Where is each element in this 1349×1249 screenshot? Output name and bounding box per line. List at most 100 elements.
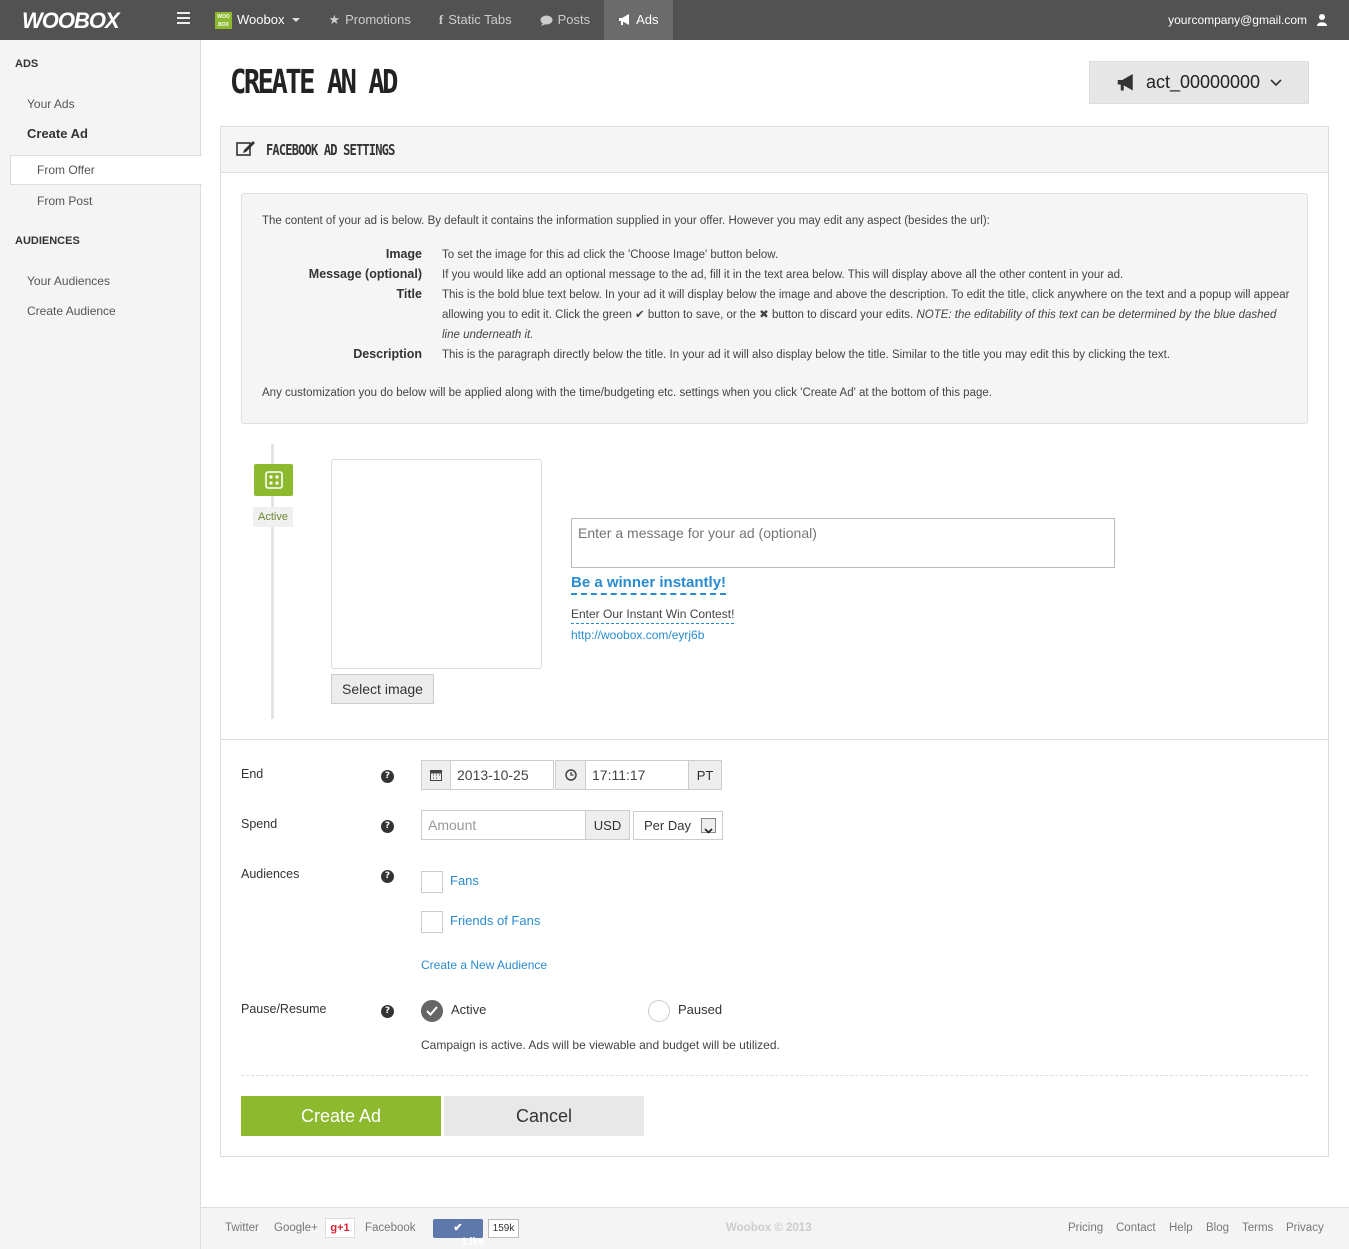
- like-count: 159k: [488, 1219, 519, 1238]
- info-label-description: Description: [353, 347, 422, 361]
- create-audience-link[interactable]: Create a New Audience: [421, 958, 547, 972]
- user-email: yourcompany@gmail.com: [1168, 13, 1307, 27]
- info-label-image: Image: [385, 247, 422, 261]
- panel-title: FACEBOOK AD SETTINGS: [266, 141, 395, 159]
- woobox-logo-icon: WOO BOX: [215, 11, 232, 29]
- friends-of-fans-checkbox-label[interactable]: Friends of Fans: [450, 913, 540, 928]
- nav-woobox-label: Woobox: [237, 12, 285, 27]
- info-desc-image: To set the image for this ad click the '…: [442, 249, 779, 261]
- facebook-like-button[interactable]: ✔ Like: [433, 1219, 485, 1248]
- pause-resume-label: Pause/Resume: [241, 1002, 327, 1016]
- account-selector[interactable]: act_00000000: [1089, 61, 1309, 104]
- sidebar-item-your-audiences[interactable]: Your Audiences: [27, 274, 110, 288]
- gplus-button[interactable]: g+1: [325, 1218, 355, 1238]
- footer-link-privacy[interactable]: Privacy: [1286, 1222, 1324, 1234]
- panel-header: FACEBOOK AD SETTINGS: [221, 127, 1328, 173]
- nav-posts[interactable]: Posts: [526, 0, 605, 40]
- ad-title[interactable]: Be a winner instantly!: [571, 574, 727, 595]
- active-radio-label[interactable]: Active: [451, 1002, 486, 1017]
- star-icon: ★: [328, 12, 341, 27]
- paused-radio-label[interactable]: Paused: [678, 1002, 722, 1017]
- info-box: The content of your ad is below. By defa…: [241, 193, 1308, 424]
- ad-image-placeholder[interactable]: [331, 459, 542, 669]
- spend-amount-input[interactable]: Amount: [421, 810, 586, 840]
- sidebar: ADS Your Ads Create Ad From Offer From P…: [0, 40, 202, 1249]
- top-nav: WOO BOX Woobox ★ Promotions f Static Tabs…: [205, 0, 673, 40]
- nav-promotions-label: Promotions: [345, 12, 411, 27]
- nav-ads-label: Ads: [636, 12, 659, 27]
- dashed-divider: [241, 1075, 1308, 1076]
- end-date-input[interactable]: 2013-10-25: [450, 760, 554, 790]
- ad-settings-panel: FACEBOOK AD SETTINGS The content of your…: [220, 126, 1329, 1157]
- footer-facebook-link[interactable]: Facebook: [365, 1222, 416, 1234]
- nav-static-tabs[interactable]: f Static Tabs: [425, 0, 526, 40]
- nav-promotions[interactable]: ★ Promotions: [314, 0, 424, 40]
- info-label-title: Title: [396, 287, 422, 301]
- info-desc-title: This is the bold blue text below. In you…: [442, 285, 1292, 345]
- help-icon[interactable]: ?: [381, 1005, 394, 1018]
- info-label-message: Message (optional): [308, 267, 422, 281]
- nav-static-tabs-label: Static Tabs: [448, 12, 512, 27]
- bullhorn-icon: [1117, 73, 1133, 90]
- status-note: Campaign is active. Ads will be viewable…: [421, 1038, 780, 1052]
- footer-link-pricing[interactable]: Pricing: [1068, 1222, 1103, 1234]
- info-desc-message: If you would like add an optional messag…: [442, 269, 1124, 281]
- footer-link-terms[interactable]: Terms: [1242, 1222, 1273, 1234]
- help-icon[interactable]: ?: [381, 770, 394, 783]
- page-title: CREATE AN AD: [230, 62, 398, 101]
- footer: Twitter Google+ g+1 Facebook ✔ Like 159k…: [201, 1207, 1349, 1249]
- top-navbar: WOOBOX WOO BOX Woobox ★ Promotions f Stat…: [0, 0, 1349, 40]
- dropdown-arrow-icon: [701, 818, 716, 834]
- ad-message-input[interactable]: [571, 518, 1115, 568]
- section-divider: [221, 739, 1328, 740]
- dice-icon: [254, 464, 293, 496]
- calendar-icon[interactable]: [421, 760, 451, 790]
- woobox-logo[interactable]: WOOBOX: [22, 8, 120, 34]
- footer-link-contact[interactable]: Contact: [1116, 1222, 1156, 1234]
- nav-woobox[interactable]: WOO BOX Woobox: [205, 0, 314, 40]
- sidebar-item-create-audience[interactable]: Create Audience: [27, 304, 116, 318]
- cancel-button[interactable]: Cancel: [444, 1096, 644, 1136]
- sidebar-item-create-ad[interactable]: Create Ad: [27, 126, 88, 141]
- ad-url[interactable]: http://woobox.com/eyrj6b: [571, 628, 704, 642]
- info-intro: The content of your ad is below. By defa…: [262, 215, 990, 227]
- footer-copyright: Woobox © 2013: [726, 1222, 812, 1234]
- spend-label: Spend: [241, 817, 278, 831]
- caret-down-icon: [292, 18, 301, 22]
- nav-ads[interactable]: Ads: [604, 0, 673, 40]
- info-footer: Any customization you do below will be a…: [262, 387, 992, 399]
- audiences-label: Audiences: [241, 867, 300, 881]
- sidebar-item-from-post[interactable]: From Post: [37, 194, 92, 208]
- footer-twitter-link[interactable]: Twitter: [225, 1222, 259, 1234]
- ad-status-label: Active: [253, 507, 293, 527]
- fans-checkbox[interactable]: [421, 871, 443, 893]
- clock-icon[interactable]: [555, 760, 586, 790]
- paused-radio[interactable]: [648, 1000, 670, 1022]
- select-image-button[interactable]: Select image: [331, 674, 434, 704]
- friends-of-fans-checkbox[interactable]: [421, 911, 443, 933]
- spend-period-value: Per Day: [644, 818, 691, 833]
- active-radio[interactable]: [421, 1000, 443, 1022]
- sidebar-item-from-offer[interactable]: From Offer: [37, 163, 95, 177]
- nav-posts-label: Posts: [557, 12, 591, 27]
- footer-link-help[interactable]: Help: [1169, 1222, 1193, 1234]
- user-menu[interactable]: yourcompany@gmail.com: [1168, 0, 1327, 40]
- menu-icon[interactable]: [177, 12, 190, 26]
- account-id: act_00000000: [1145, 72, 1261, 92]
- footer-googleplus-link[interactable]: Google+: [274, 1222, 318, 1234]
- info-desc-description: This is the paragraph directly below the…: [442, 349, 1171, 361]
- end-time-input[interactable]: 17:11:17: [585, 760, 689, 790]
- timezone-addon: PT: [688, 760, 722, 790]
- check-icon: [426, 1006, 438, 1016]
- ad-description[interactable]: Enter Our Instant Win Contest!: [571, 607, 735, 624]
- footer-link-blog[interactable]: Blog: [1206, 1222, 1229, 1234]
- comment-icon: [540, 15, 553, 26]
- help-icon[interactable]: ?: [381, 870, 394, 883]
- chevron-down-icon: [1270, 78, 1282, 86]
- like-label: Like: [462, 1236, 485, 1248]
- create-ad-button[interactable]: Create Ad: [241, 1096, 441, 1136]
- help-icon[interactable]: ?: [381, 820, 394, 833]
- spend-period-select[interactable]: Per Day: [633, 811, 723, 840]
- sidebar-item-your-ads[interactable]: Your Ads: [27, 97, 75, 111]
- fans-checkbox-label[interactable]: Fans: [450, 873, 479, 888]
